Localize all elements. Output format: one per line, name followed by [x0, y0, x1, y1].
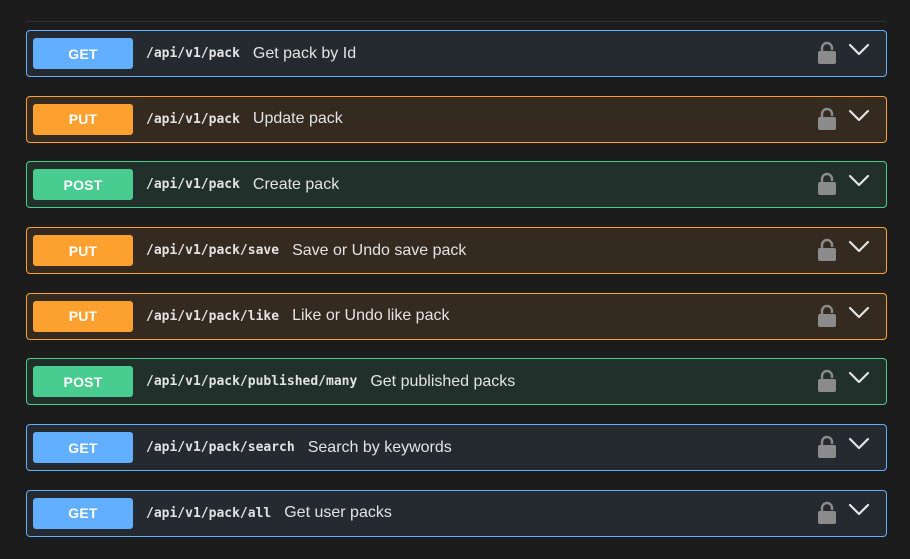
operation-summary: Create pack: [252, 175, 340, 193]
operation-summary: Get user packs: [284, 504, 392, 522]
chevron-down-icon[interactable]: [848, 437, 870, 451]
operation-update-pack[interactable]: PUT /api/v1/pack Update pack: [26, 95, 887, 143]
chevron-down-icon[interactable]: [848, 240, 870, 254]
lock-icon[interactable]: [817, 41, 837, 65]
operation-summary: Update pack: [252, 110, 343, 128]
operation-create-pack[interactable]: POST /api/v1/pack Create pack: [26, 161, 887, 209]
operation-summary: Get published packs: [370, 372, 516, 390]
operation-get-pack-by-id[interactable]: GET /api/v1/pack Get pack by Id: [26, 30, 887, 77]
chevron-down-icon[interactable]: [848, 43, 870, 57]
chevron-down-icon[interactable]: [848, 306, 870, 320]
operation-path: /api/v1/pack/all: [146, 505, 272, 521]
operation-path: /api/v1/pack/search: [146, 440, 295, 456]
lock-icon[interactable]: [817, 107, 837, 131]
operation-path: /api/v1/pack: [146, 177, 240, 193]
lock-icon[interactable]: [817, 172, 837, 196]
operation-path: /api/v1/pack/published/many: [146, 374, 358, 390]
lock-icon[interactable]: [817, 369, 837, 393]
chevron-down-icon[interactable]: [848, 503, 870, 517]
method-badge: PUT: [33, 235, 133, 267]
section-divider: [26, 21, 886, 22]
operation-path: /api/v1/pack: [146, 111, 240, 127]
method-badge: PUT: [33, 103, 133, 135]
lock-icon[interactable]: [817, 501, 837, 525]
method-badge: GET: [33, 432, 133, 464]
chevron-down-icon[interactable]: [848, 174, 870, 188]
method-badge: GET: [33, 497, 133, 529]
swagger-operations-panel: GET /api/v1/pack Get pack by Id PUT /api…: [0, 0, 910, 559]
method-badge: POST: [33, 366, 133, 398]
operation-summary: Search by keywords: [307, 438, 452, 456]
method-badge: GET: [33, 38, 133, 69]
method-badge: POST: [33, 169, 133, 201]
operation-path: /api/v1/pack/like: [146, 308, 280, 324]
lock-icon[interactable]: [817, 238, 837, 262]
chevron-down-icon[interactable]: [848, 371, 870, 385]
operation-path: /api/v1/pack: [146, 46, 240, 61]
operation-get-published-packs[interactable]: POST /api/v1/pack/published/many Get pub…: [26, 358, 887, 406]
operation-get-user-packs[interactable]: GET /api/v1/pack/all Get user packs: [26, 489, 887, 537]
operation-like-pack[interactable]: PUT /api/v1/pack/like Like or Undo like …: [26, 292, 887, 340]
lock-icon[interactable]: [817, 304, 837, 328]
operation-summary: Save or Undo save pack: [292, 241, 467, 259]
operation-search-packs[interactable]: GET /api/v1/pack/search Search by keywor…: [26, 424, 887, 472]
operation-summary: Like or Undo like pack: [292, 307, 450, 325]
operation-summary: Get pack by Id: [252, 44, 357, 62]
operation-save-pack[interactable]: PUT /api/v1/pack/save Save or Undo save …: [26, 227, 887, 275]
operation-path: /api/v1/pack/save: [146, 243, 280, 259]
method-badge: PUT: [33, 300, 133, 332]
lock-icon[interactable]: [817, 435, 837, 459]
operation-list: GET /api/v1/pack Get pack by Id PUT /api…: [26, 30, 887, 556]
chevron-down-icon[interactable]: [848, 109, 870, 123]
